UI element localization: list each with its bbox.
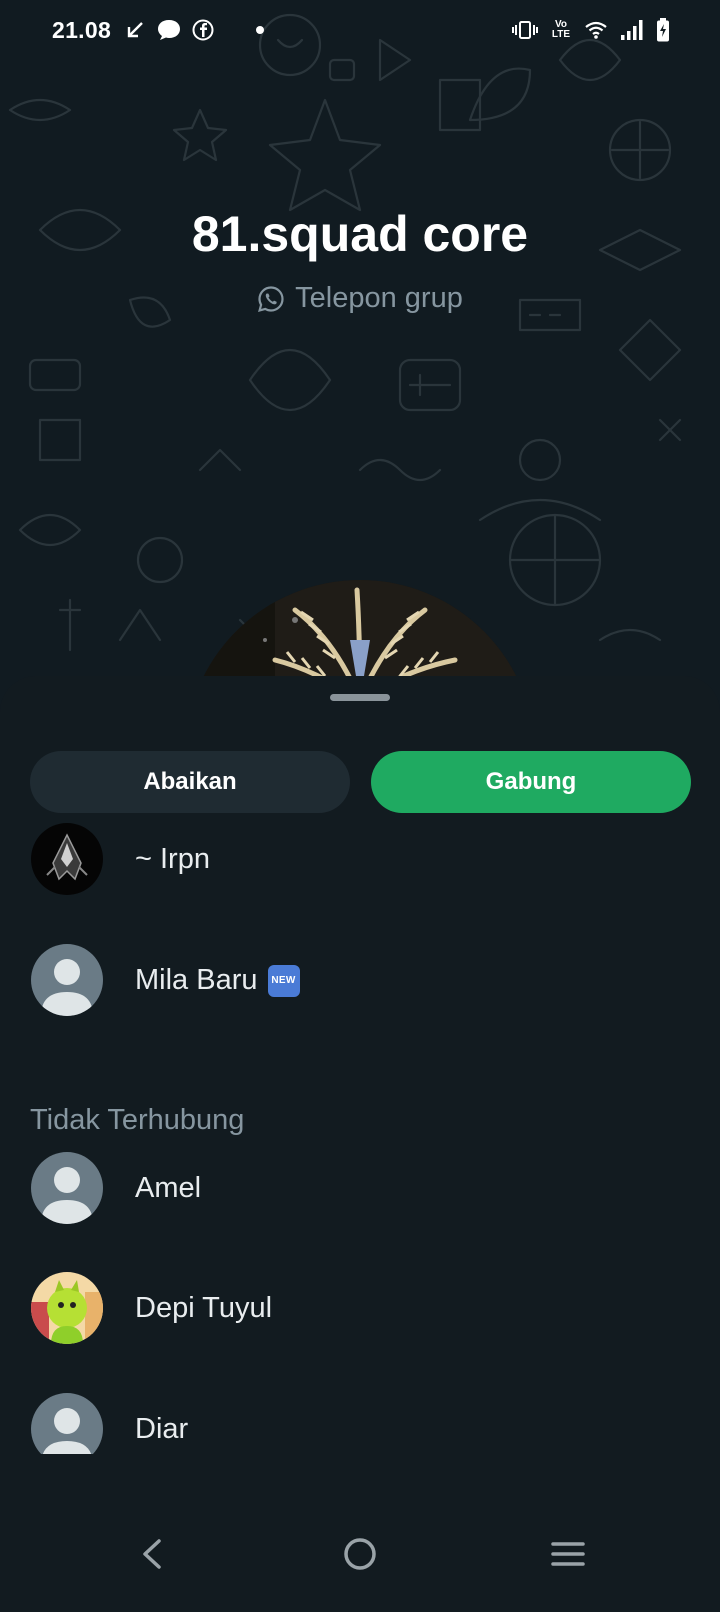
participant-name: ~ Irpn bbox=[135, 843, 210, 876]
back-button[interactable] bbox=[124, 1526, 180, 1582]
new-badge: NEW bbox=[267, 964, 300, 997]
status-right-icons: Vo LTE bbox=[512, 18, 670, 42]
member-name: Amel bbox=[135, 1172, 201, 1205]
call-bottom-sheet: Abaikan Gabung ~ Irpn Mila Baru NEW Tida… bbox=[0, 676, 720, 1612]
disconnected-member-row[interactable]: Depi Tuyul bbox=[0, 1262, 720, 1352]
status-bar: 21.08 Vo LTE bbox=[0, 0, 720, 64]
member-name-text: Amel bbox=[135, 1172, 202, 1204]
call-subtitle: Telepon grup bbox=[0, 282, 720, 315]
missed-call-arrow-icon bbox=[127, 22, 143, 38]
member-name: Diar bbox=[135, 1413, 188, 1446]
avatar bbox=[31, 1393, 103, 1454]
home-icon bbox=[344, 1538, 376, 1570]
participant-name-text: Mila Baru bbox=[135, 964, 258, 996]
disconnected-member-row[interactable]: Diar bbox=[0, 1383, 720, 1454]
participant-name-text: ~ Irpn bbox=[135, 843, 210, 875]
status-left-icons bbox=[124, 18, 264, 42]
dark-emblem-avatar bbox=[31, 823, 103, 895]
dot-icon bbox=[256, 26, 264, 34]
avatar bbox=[31, 944, 103, 1016]
join-button[interactable]: Gabung bbox=[371, 751, 691, 813]
battery-icon bbox=[657, 18, 669, 42]
vibrate-icon bbox=[512, 21, 538, 39]
home-button[interactable] bbox=[332, 1526, 388, 1582]
volte-label: Vo LTE bbox=[551, 19, 571, 40]
system-nav-bar bbox=[0, 1496, 720, 1612]
default-avatar-icon bbox=[31, 1393, 103, 1454]
sheet-drag-handle[interactable] bbox=[330, 694, 390, 701]
avatar bbox=[31, 823, 103, 895]
default-avatar-icon bbox=[31, 944, 103, 1016]
call-title: 81.squad core bbox=[191, 206, 529, 262]
back-icon bbox=[143, 1539, 161, 1569]
participant-row[interactable]: ~ Irpn bbox=[0, 813, 720, 903]
member-name: Depi Tuyul bbox=[135, 1292, 272, 1325]
recents-icon bbox=[551, 1542, 585, 1566]
chat-bubble-icon bbox=[158, 20, 180, 40]
disconnected-member-row[interactable]: Amel bbox=[0, 1142, 720, 1232]
facebook-icon bbox=[192, 19, 214, 41]
default-avatar-icon bbox=[31, 1152, 103, 1224]
member-name-text: Depi Tuyul bbox=[135, 1292, 273, 1324]
participant-row[interactable]: Mila Baru NEW bbox=[0, 934, 720, 1024]
recents-button[interactable] bbox=[540, 1526, 596, 1582]
participant-name: Mila Baru NEW bbox=[135, 964, 300, 997]
volte-icon: Vo LTE bbox=[550, 20, 572, 40]
status-time: 21.08 bbox=[52, 17, 112, 43]
member-name-text: Diar bbox=[135, 1413, 189, 1445]
ignore-button[interactable]: Abaikan bbox=[30, 751, 350, 813]
call-subtitle-text: Telepon grup bbox=[295, 282, 463, 314]
signal-icon bbox=[621, 20, 643, 40]
whatsapp-icon bbox=[258, 285, 284, 312]
cartoon-avatar-icon bbox=[31, 1272, 103, 1344]
avatar bbox=[31, 1272, 103, 1344]
section-header-disconnected: Tidak Terhubung bbox=[30, 1104, 245, 1136]
avatar bbox=[31, 1152, 103, 1224]
wifi-icon bbox=[585, 21, 607, 39]
